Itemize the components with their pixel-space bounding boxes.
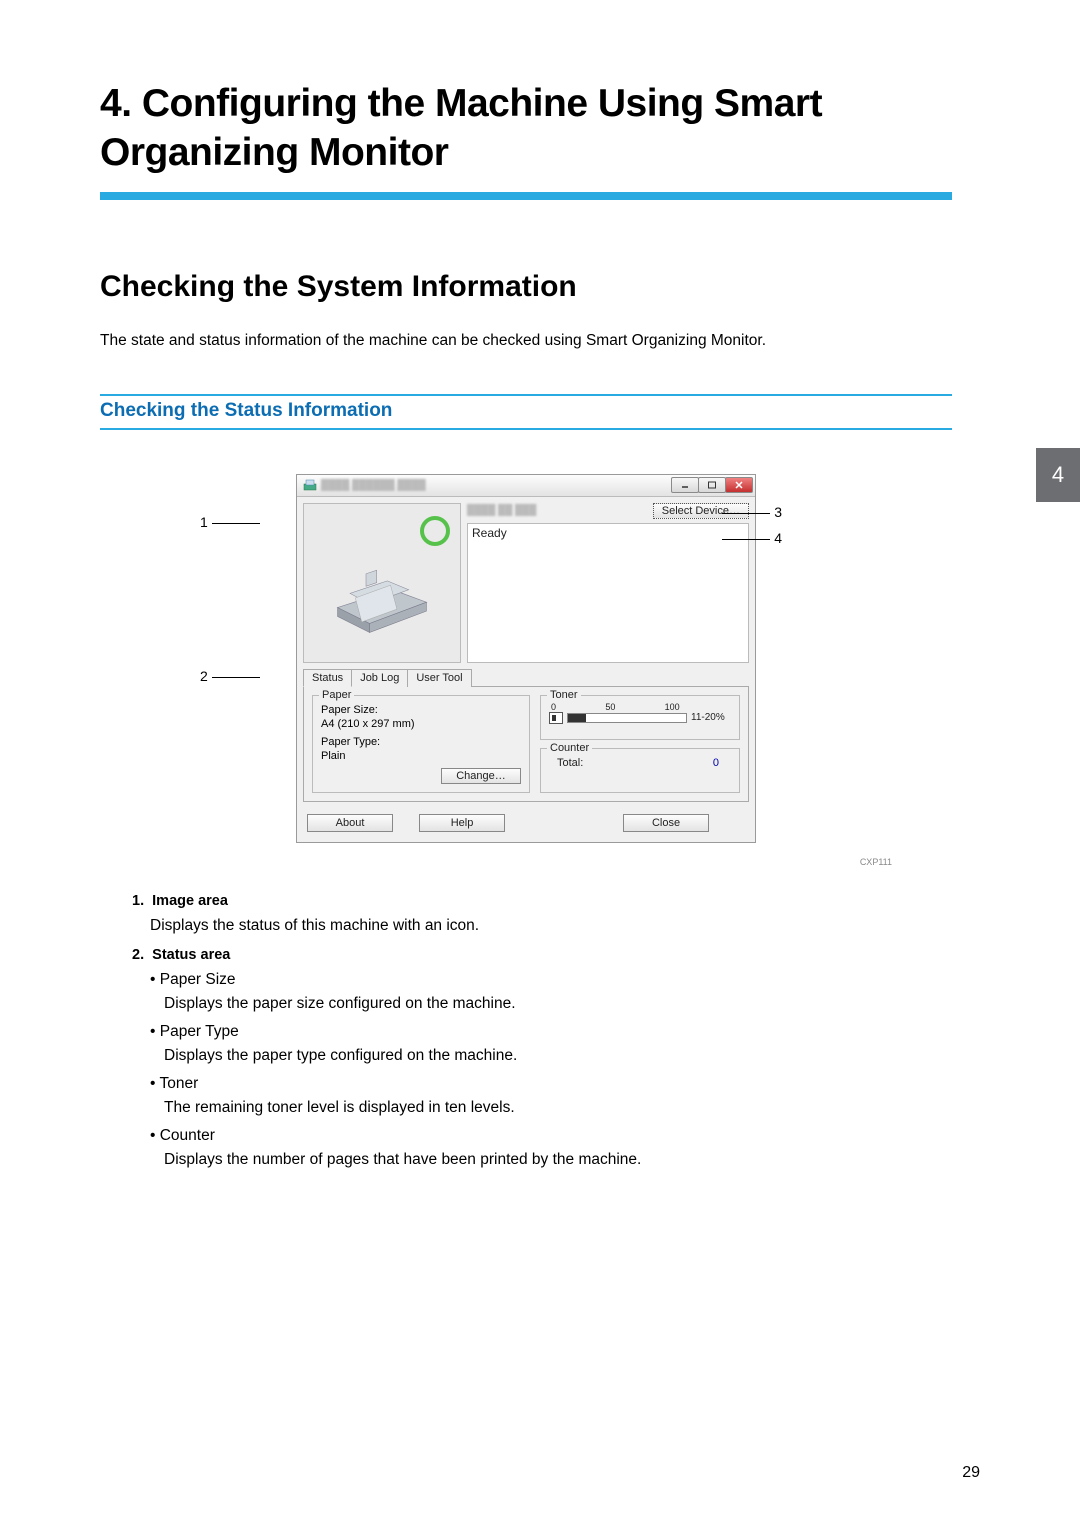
window-title-blurred: ████ ██████ ████ — [321, 480, 426, 491]
callout-line — [722, 539, 770, 540]
toner-bar — [567, 713, 687, 723]
list-item: Paper Type Displays the paper type confi… — [150, 1023, 952, 1065]
status-ok-icon — [420, 516, 450, 546]
tab-usertool[interactable]: User Tool — [407, 669, 471, 687]
subsection-rule — [100, 428, 952, 430]
chapter-title: 4. Configuring the Machine Using Smart O… — [100, 80, 952, 178]
select-device-button[interactable]: Select Device… — [653, 503, 749, 519]
paper-legend: Paper — [319, 689, 354, 701]
callout-1: 1 — [200, 514, 208, 530]
tab-joblog[interactable]: Job Log — [351, 669, 408, 687]
figure-caption: CXP111 — [100, 857, 952, 867]
close-button[interactable] — [725, 477, 753, 493]
tabs: Status Job Log User Tool — [303, 669, 749, 687]
tab-status[interactable]: Status — [303, 669, 352, 687]
page-number: 29 — [962, 1464, 980, 1482]
callout-line — [212, 523, 260, 524]
bullet-desc: Displays the paper size configured on th… — [164, 995, 952, 1013]
toner-scale-50: 50 — [605, 702, 615, 712]
subsection-title: Checking the Status Information — [100, 394, 952, 422]
paper-size-value: A4 (210 x 297 mm) — [321, 718, 521, 730]
titlebar: ████ ██████ ████ — [297, 475, 755, 497]
minimize-button[interactable] — [671, 477, 699, 493]
paper-type-label: Paper Type: — [321, 736, 521, 748]
toner-legend: Toner — [547, 689, 581, 701]
maximize-button[interactable] — [698, 477, 726, 493]
callout-4: 4 — [774, 530, 782, 546]
bullet-title: Paper Type — [150, 1023, 952, 1041]
chapter-rule — [100, 192, 952, 200]
app-icon — [303, 478, 317, 492]
section-title: Checking the System Information — [100, 270, 952, 304]
toner-fieldset: Toner 0 50 100 11-20% — [540, 695, 740, 740]
list-item: Toner The remaining toner level is displ… — [150, 1075, 952, 1117]
close-dialog-button[interactable]: Close — [623, 814, 709, 832]
bullet-title: Counter — [150, 1127, 952, 1145]
change-button[interactable]: Change… — [441, 768, 521, 784]
status-panel: Paper Paper Size: A4 (210 x 297 mm) Pape… — [303, 686, 749, 802]
toner-percent: 11-20% — [691, 712, 731, 723]
status-message-box: Ready — [467, 523, 749, 663]
toner-scale-100: 100 — [665, 702, 680, 712]
bullet-desc: Displays the number of pages that have b… — [164, 1151, 952, 1169]
callout-3: 3 — [774, 504, 782, 520]
section-intro: The state and status information of the … — [100, 332, 952, 350]
toner-scale-0: 0 — [551, 702, 556, 712]
figure: 1 2 3 4 ████ ██████ ████ — [206, 474, 846, 843]
callout-line — [722, 513, 770, 514]
paper-size-label: Paper Size: — [321, 704, 521, 716]
counter-label: Total: — [557, 757, 583, 769]
bullet-desc: The remaining toner level is displayed i… — [164, 1099, 952, 1117]
bullet-title: Toner — [150, 1075, 952, 1093]
device-name-blurred: ████ ██ ███ — [467, 505, 653, 516]
list-item-1-desc: Displays the status of this machine with… — [150, 917, 952, 935]
paper-type-value: Plain — [321, 750, 521, 762]
paper-fieldset: Paper Paper Size: A4 (210 x 297 mm) Pape… — [312, 695, 530, 793]
app-window: ████ ██████ ████ — [296, 474, 756, 843]
counter-legend: Counter — [547, 742, 592, 754]
counter-value: 0 — [713, 757, 719, 769]
list-item-2-heading: 2. Status area — [132, 947, 952, 963]
list-item-1-heading: 1. Image area — [132, 893, 952, 909]
printer-icon — [327, 556, 437, 636]
bullet-title: Paper Size — [150, 971, 952, 989]
counter-fieldset: Counter Total: 0 — [540, 748, 740, 793]
toner-icon — [549, 712, 563, 724]
image-area — [303, 503, 461, 663]
help-button[interactable]: Help — [419, 814, 505, 832]
about-button[interactable]: About — [307, 814, 393, 832]
callout-line — [212, 677, 260, 678]
list-item: Paper Size Displays the paper size confi… — [150, 971, 952, 1013]
list-item: Counter Displays the number of pages tha… — [150, 1127, 952, 1169]
callout-2: 2 — [200, 668, 208, 684]
bullet-desc: Displays the paper type configured on th… — [164, 1047, 952, 1065]
